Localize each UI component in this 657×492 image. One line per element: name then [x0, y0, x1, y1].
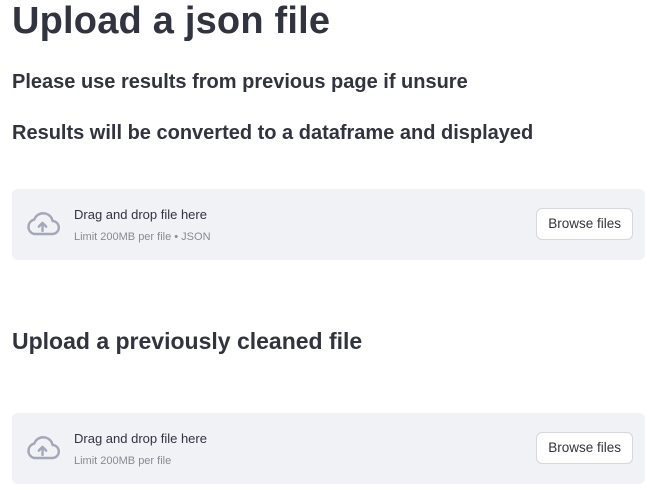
hint-dataframe: Results will be converted to a dataframe…	[12, 122, 534, 144]
page-title: Upload a json file	[12, 0, 331, 42]
cloud-upload-icon	[25, 435, 60, 461]
file-limit-label: Limit 200MB per file • JSON	[74, 231, 211, 243]
drag-drop-label: Drag and drop file here	[74, 207, 207, 222]
file-limit-label: Limit 200MB per file	[74, 455, 172, 467]
drag-drop-label: Drag and drop file here	[74, 431, 207, 446]
hint-previous-page: Please use results from previous page if…	[12, 71, 468, 93]
json-file-dropzone[interactable]: Drag and drop file here Limit 200MB per …	[12, 189, 645, 260]
cloud-upload-icon	[25, 211, 60, 237]
cleaned-file-section-title: Upload a previously cleaned file	[12, 328, 363, 354]
cleaned-file-dropzone[interactable]: Drag and drop file here Limit 200MB per …	[12, 413, 645, 484]
browse-files-button[interactable]: Browse files	[536, 432, 633, 464]
browse-files-button[interactable]: Browse files	[536, 208, 633, 240]
